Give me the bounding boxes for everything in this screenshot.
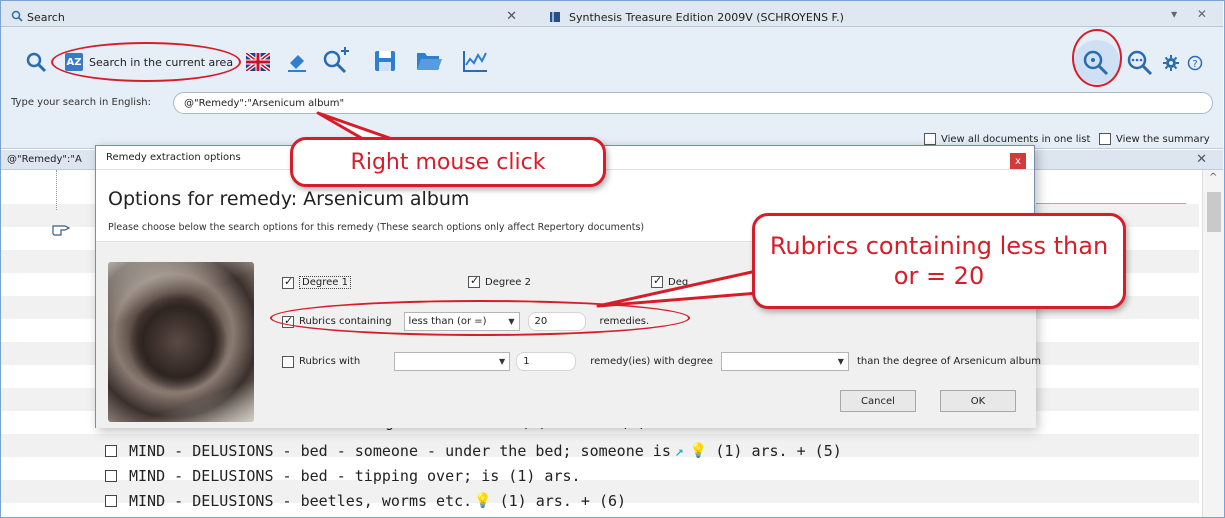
callout-pointer [596, 266, 772, 308]
rubrics-callout: Rubrics containing less than or = 20 [752, 213, 1126, 309]
right-click-callout: Right mouse click [290, 137, 606, 187]
